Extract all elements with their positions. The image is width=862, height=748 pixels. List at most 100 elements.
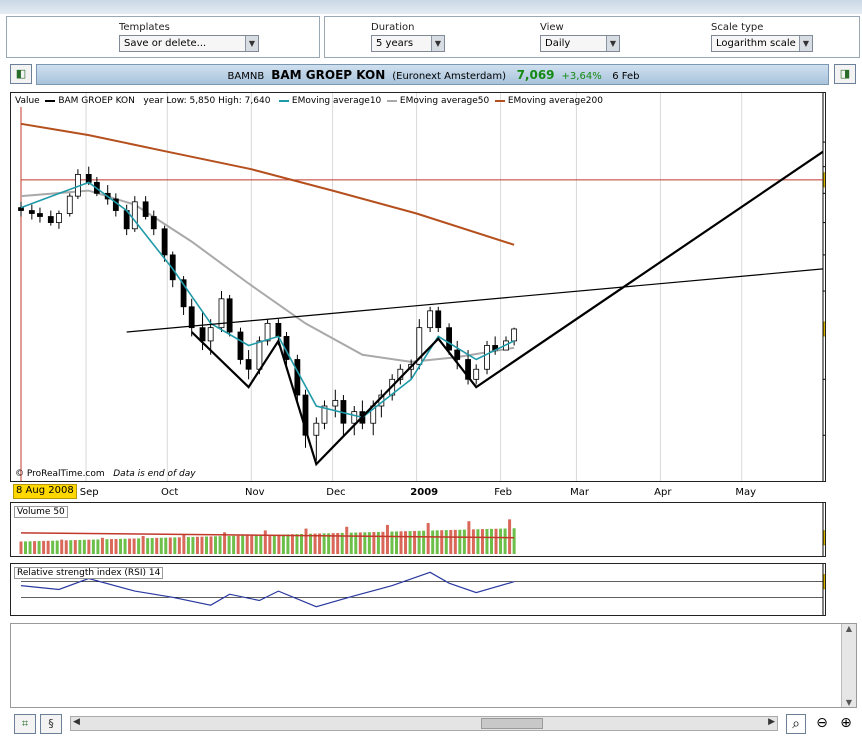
volume-bar <box>471 529 475 554</box>
volume-bar <box>417 530 421 554</box>
zoom-out-button[interactable]: ⊖ <box>812 714 832 734</box>
scale-dropdown[interactable]: Logarithm scale ▼ <box>711 35 813 52</box>
trendline-pattern <box>190 150 824 467</box>
candle <box>37 213 43 217</box>
volume-bar <box>218 536 222 554</box>
candle <box>473 368 480 380</box>
volume-bar <box>345 526 349 554</box>
volume-bar <box>51 540 55 554</box>
legend-swatch-ema50 <box>387 99 398 102</box>
zoom-in-icon: ⊕ <box>840 715 852 731</box>
scrollbar-thumb[interactable] <box>481 718 543 729</box>
volume-bar <box>173 537 177 554</box>
candle <box>484 345 490 370</box>
volume-bar <box>78 539 82 554</box>
volume-bar <box>64 540 68 554</box>
templates-dropdown[interactable]: Save or delete... ▼ <box>119 35 259 52</box>
volume-bar <box>69 540 73 554</box>
legend-ema200: EMoving average200 <box>507 96 603 106</box>
horizontal-scrollbar[interactable]: ◀ ▶ <box>70 716 778 731</box>
price-panel[interactable]: 456789111311,4947,069 Value BAM GROEP KO… <box>10 92 826 482</box>
candle <box>85 174 92 183</box>
candle <box>275 322 282 337</box>
volume-bar <box>168 537 172 554</box>
candle <box>511 328 518 342</box>
date-tick-label: Oct <box>161 487 178 498</box>
candle <box>28 210 35 214</box>
duration-value: 5 years <box>376 38 414 49</box>
volume-bar <box>309 533 313 554</box>
volume-bar <box>60 539 64 554</box>
volume-bar <box>254 535 258 554</box>
templates-label: Templates <box>119 22 170 33</box>
volume-bar <box>182 534 186 554</box>
volume-chart: 2000K847K <box>19 503 825 556</box>
volume-bar <box>286 534 290 554</box>
candle <box>256 340 263 370</box>
bottom-toolbar: ⌗ § ◀ ▶ ⌕ ⊖ ⊕ <box>0 710 862 748</box>
volume-bar <box>367 532 371 554</box>
scroll-right-icon[interactable]: ▶ <box>768 717 775 727</box>
scroll-left-icon[interactable]: ◀ <box>73 717 80 727</box>
candle <box>199 327 206 342</box>
price-chart: 456789111311,4947,069 <box>18 93 825 481</box>
volume-bar <box>73 540 77 554</box>
volume-bar <box>259 535 263 554</box>
volume-bar <box>422 530 426 554</box>
volume-bar <box>480 529 484 554</box>
ema10-line <box>20 181 515 419</box>
volume-bar <box>372 532 376 554</box>
volume-bar <box>268 534 272 554</box>
zoom-in-button[interactable]: ⊕ <box>836 714 856 734</box>
view-dropdown[interactable]: Daily ▼ <box>540 35 620 52</box>
templates-value: Save or delete... <box>124 38 207 49</box>
volume-bar <box>159 537 163 554</box>
indicator-button[interactable]: § <box>40 714 62 734</box>
chart-tools-button[interactable]: ⌗ <box>14 714 36 734</box>
prev-chart-button[interactable]: ◧ <box>10 64 32 84</box>
volume-bar <box>24 541 28 554</box>
volume-bar <box>449 529 453 554</box>
volume-bar <box>109 539 113 554</box>
ticker: BAMNB <box>227 71 265 82</box>
date-tick-label: May <box>735 487 756 498</box>
zoom-select-button[interactable]: ⌕ <box>786 714 806 734</box>
vertical-scrollbar[interactable]: ▲ ▼ <box>841 624 856 707</box>
volume-bar <box>304 528 308 554</box>
scroll-up-icon[interactable]: ▲ <box>842 624 856 633</box>
volume-bar <box>177 537 181 554</box>
volume-bar <box>508 519 512 554</box>
chevron-down-icon: ▼ <box>799 36 812 51</box>
volume-bar <box>458 529 462 554</box>
volume-bar <box>164 537 168 554</box>
volume-bar <box>236 535 240 554</box>
volume-bar <box>376 531 380 554</box>
volume-bar <box>272 534 276 554</box>
volume-tag-bg <box>823 530 825 546</box>
volume-bar <box>128 538 132 554</box>
zoom-out-icon: ⊖ <box>816 715 828 731</box>
next-chart-button[interactable]: ◨ <box>834 64 856 84</box>
volume-bar <box>19 541 23 554</box>
candle <box>427 310 434 329</box>
candle <box>161 228 168 256</box>
volume-bar <box>42 540 46 554</box>
scroll-down-icon[interactable]: ▼ <box>842 698 856 707</box>
volume-label: Volume 50 <box>14 506 68 518</box>
date-tick-label: Sep <box>80 487 99 498</box>
level-tag-bg <box>823 172 825 188</box>
date-tick-label: Feb <box>494 487 512 498</box>
volume-average-line <box>20 532 515 539</box>
candle <box>332 400 339 407</box>
candle <box>188 306 195 329</box>
volume-bar <box>394 531 398 554</box>
volume-panel[interactable]: 2000K847K Volume 50 <box>10 502 826 557</box>
volume-bar <box>132 538 136 554</box>
watermark-note: Data is end of day <box>113 469 196 479</box>
rsi-panel[interactable]: 4060,097 Relative strength index (RSI) 1… <box>10 563 826 616</box>
duration-dropdown[interactable]: 5 years ▼ <box>371 35 445 52</box>
view-label: View <box>540 22 564 33</box>
watermark: © ProRealTime.com Data is end of day <box>15 469 196 479</box>
volume-bar <box>431 530 435 554</box>
settings-panel: Duration 5 years ▼ View Daily ▼ Scale ty… <box>324 16 860 58</box>
